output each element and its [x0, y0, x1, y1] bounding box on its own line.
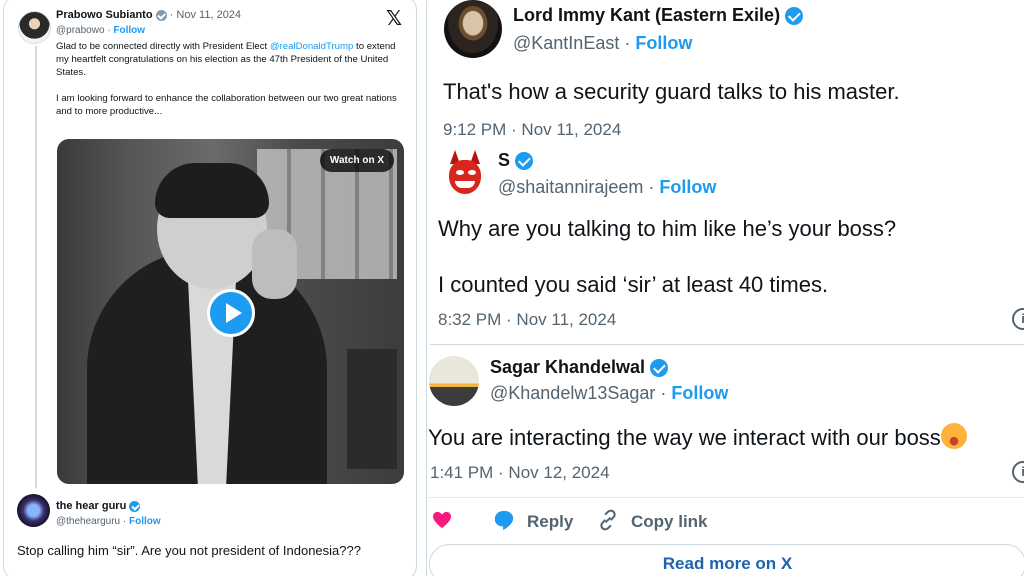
tweet-paragraph-2: I am looking forward to enhance the coll…: [56, 93, 397, 117]
author-handle[interactable]: @thehearguru: [56, 516, 120, 527]
tweet-timestamp[interactable]: 1:41 PM · Nov 12, 2024: [430, 463, 610, 483]
separator: ·: [624, 33, 636, 53]
follow-link[interactable]: Follow: [671, 383, 728, 403]
follow-link[interactable]: Follow: [635, 33, 692, 53]
divider: [428, 497, 1024, 498]
author-name[interactable]: Lord Immy Kant (Eastern Exile): [513, 5, 780, 25]
separator: ·: [660, 383, 672, 403]
author-handle[interactable]: @Khandelw13Sagar: [490, 383, 655, 403]
shocked-face-emoji-icon: [940, 423, 967, 449]
read-more-button[interactable]: Read more on X: [429, 544, 1024, 576]
author-name[interactable]: the hear guru: [56, 500, 126, 512]
verified-badge-icon: [515, 152, 534, 171]
verified-badge-icon: [129, 500, 141, 512]
handle-row: @thehearguru · Follow: [56, 516, 161, 527]
tweet-header: Sagar Khandelwal: [490, 357, 669, 378]
author-handle[interactable]: @prabowo: [56, 25, 105, 36]
handle-row: @shaitannirajeem · Follow: [498, 177, 716, 198]
divider: [430, 344, 1024, 345]
heart-icon[interactable]: [432, 511, 452, 529]
mention-link[interactable]: @realDonaldTrump: [270, 41, 354, 52]
thread-line: [35, 46, 37, 488]
tweet-header: Lord Immy Kant (Eastern Exile): [513, 5, 804, 26]
handle-row: @KantInEast · Follow: [513, 33, 692, 54]
play-icon[interactable]: [207, 289, 255, 337]
tweet-header: S: [498, 150, 534, 171]
author-handle[interactable]: @shaitannirajeem: [498, 177, 643, 197]
author-name[interactable]: Sagar Khandelwal: [490, 357, 645, 377]
eye: [456, 170, 464, 175]
video-thumbnail[interactable]: Watch on X: [57, 139, 404, 484]
copy-link-button[interactable]: Copy link: [631, 512, 708, 532]
tweet-text-line-1: Why are you talking to him like he’s you…: [438, 216, 897, 241]
verified-badge-icon: [650, 359, 669, 378]
tweet-text: That's how a security guard talks to his…: [443, 79, 900, 104]
tweet-text: Glad to be connected directly with Presi…: [56, 40, 406, 131]
reply-header: the hear guru: [56, 500, 141, 512]
reply-button[interactable]: Reply: [527, 512, 573, 532]
follow-link[interactable]: Follow: [113, 25, 145, 36]
x-logo-icon[interactable]: 𝕏: [386, 6, 402, 31]
tweet-date[interactable]: Nov 11, 2024: [176, 9, 241, 21]
author-handle[interactable]: @KantInEast: [513, 33, 619, 53]
eye: [468, 170, 476, 175]
tweet-timestamp[interactable]: 9:12 PM · Nov 11, 2024: [443, 120, 621, 140]
handle-row: @Khandelw13Sagar · Follow: [490, 383, 728, 404]
phone-hand: [252, 229, 297, 299]
verified-badge-icon: [155, 9, 167, 21]
devil-avatar-icon[interactable]: [445, 150, 485, 198]
tweet-paragraph-1: Glad to be connected directly with Presi…: [56, 40, 406, 79]
devil-face: [449, 160, 481, 194]
avatar[interactable]: [444, 0, 502, 58]
avatar[interactable]: [17, 494, 50, 527]
follow-link[interactable]: Follow: [659, 177, 716, 197]
avatar[interactable]: [18, 11, 51, 44]
separator: ·: [648, 177, 660, 197]
tweet-text-part: Glad to be connected directly with Presi…: [56, 41, 270, 52]
author-name[interactable]: Prabowo Subianto: [56, 9, 153, 21]
person-hair: [155, 163, 269, 218]
avatar[interactable]: [429, 356, 479, 406]
link-icon[interactable]: [597, 509, 619, 531]
tweet-text: You are interacting the way we interact …: [428, 423, 967, 452]
reply-text: Stop calling him “sir”. Are you not pres…: [17, 543, 361, 558]
watch-on-x-button[interactable]: Watch on X: [319, 149, 394, 172]
reply-bubble-icon[interactable]: [493, 509, 515, 531]
tweet-timestamp[interactable]: 8:32 PM · Nov 11, 2024: [438, 310, 616, 330]
follow-link[interactable]: Follow: [129, 516, 161, 527]
tweet-header: Prabowo Subianto · Nov 11, 2024: [56, 9, 241, 21]
background-furniture: [347, 349, 397, 469]
handle-row: @prabowo · Follow: [56, 25, 145, 36]
verified-badge-icon: [785, 7, 804, 26]
author-name[interactable]: S: [498, 150, 510, 170]
tweet-text-content: You are interacting the way we interact …: [428, 425, 941, 450]
tweet-text-line-2: I counted you said ‘sir’ at least 40 tim…: [438, 272, 829, 297]
